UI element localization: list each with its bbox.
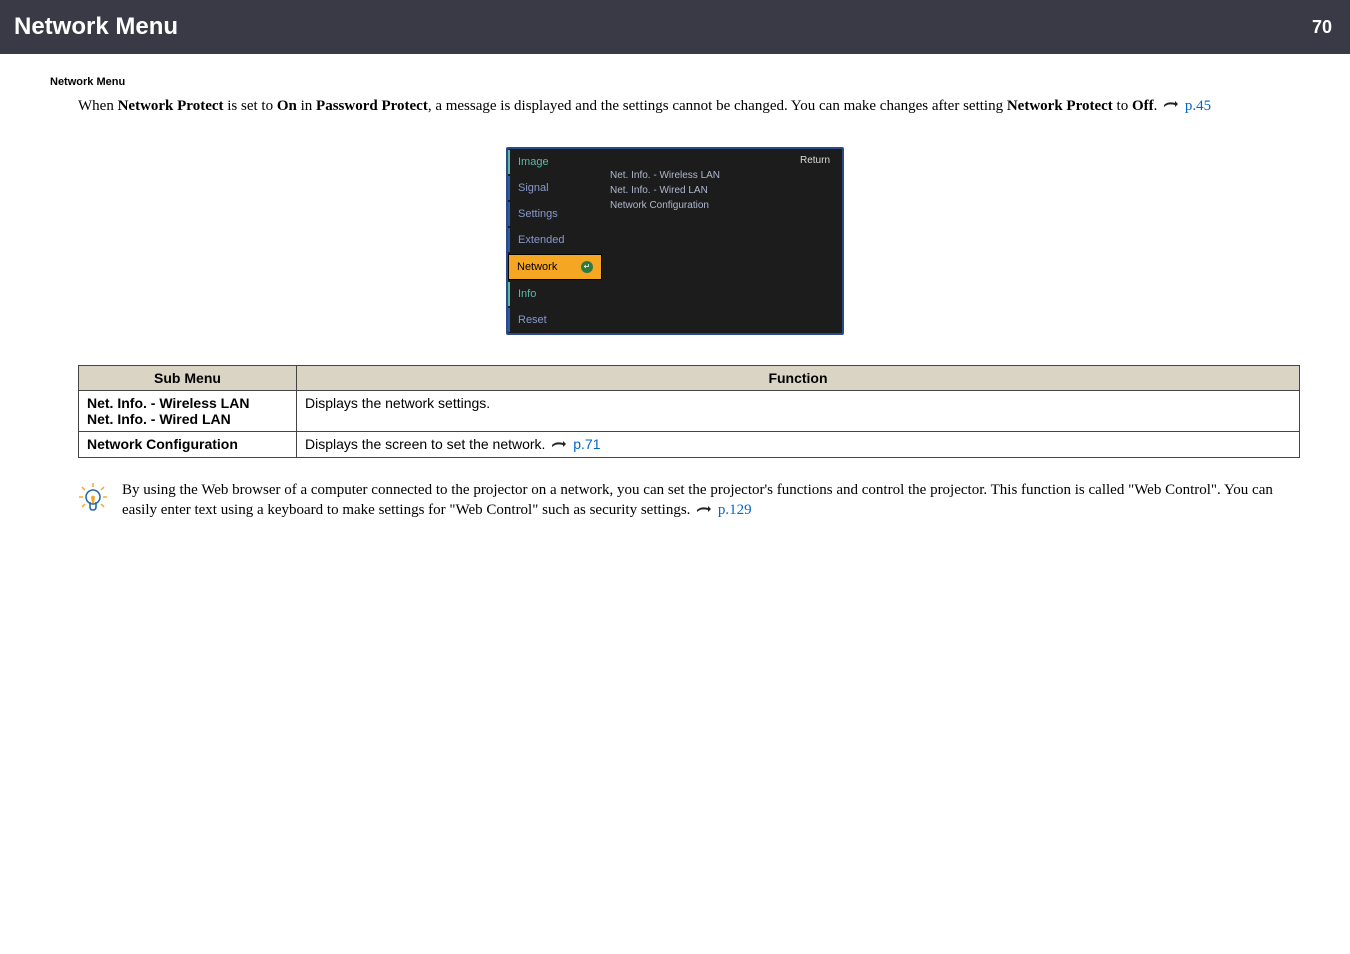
table-row: Net. Info. - Wireless LAN Net. Info. - W…	[79, 390, 1300, 431]
cross-ref-link[interactable]: p.129	[718, 502, 752, 518]
col-header-function: Function	[297, 365, 1300, 390]
intro-paragraph: When Network Protect is set to On in Pas…	[50, 96, 1300, 117]
text: to	[1113, 98, 1132, 114]
tip-block: By using the Web browser of a computer c…	[50, 480, 1300, 521]
osd-return-label[interactable]: Return	[610, 155, 834, 166]
pointer-icon	[696, 501, 712, 521]
pointer-icon	[551, 437, 567, 453]
osd-panel: Return Net. Info. - Wireless LAN Net. In…	[602, 149, 842, 333]
page-number: 70	[1312, 17, 1332, 38]
text: Net. Info. - Wired LAN	[87, 411, 288, 427]
osd-item-signal[interactable]: Signal	[508, 176, 602, 200]
text: is set to	[224, 98, 277, 114]
text: , a message is displayed and the setting…	[428, 98, 1007, 114]
cell-function: Displays the screen to set the network. …	[297, 431, 1300, 457]
osd-screenshot: Image Signal Settings Extended Network ↵…	[50, 147, 1300, 335]
osd-subitem[interactable]: Net. Info. - Wired LAN	[610, 183, 834, 198]
osd-item-label: Network	[517, 261, 557, 273]
osd-item-settings[interactable]: Settings	[508, 202, 602, 226]
pointer-icon	[1163, 96, 1179, 116]
text: Displays the screen to set the network.	[305, 436, 549, 452]
page-header: Network Menu 70	[0, 0, 1350, 54]
enter-icon: ↵	[581, 261, 593, 273]
text-bold: On	[277, 98, 297, 114]
cell-submenu: Network Configuration	[79, 431, 297, 457]
section-label: Network Menu	[50, 76, 1300, 88]
cross-ref-link[interactable]: p.71	[573, 436, 600, 452]
text-bold: Network Protect	[1007, 98, 1113, 114]
text: .	[1154, 98, 1162, 114]
text-bold: Network Protect	[118, 98, 224, 114]
cross-ref-link[interactable]: p.45	[1185, 98, 1211, 114]
osd-item-reset[interactable]: Reset	[508, 308, 602, 332]
cell-function: Displays the network settings.	[297, 390, 1300, 431]
table-row: Network Configuration Displays the scree…	[79, 431, 1300, 457]
page-content: Network Menu When Network Protect is set…	[0, 54, 1350, 521]
tip-text: By using the Web browser of a computer c…	[122, 480, 1300, 521]
osd-item-info[interactable]: Info	[508, 282, 602, 306]
osd-sidebar: Image Signal Settings Extended Network ↵…	[508, 149, 602, 333]
osd-subitem[interactable]: Network Configuration	[610, 198, 834, 213]
function-table: Sub Menu Function Net. Info. - Wireless …	[78, 365, 1300, 458]
text-bold: Password Protect	[316, 98, 428, 114]
osd-item-extended[interactable]: Extended	[508, 228, 602, 252]
text: Net. Info. - Wireless LAN	[87, 395, 288, 411]
osd-item-network[interactable]: Network ↵	[508, 254, 602, 280]
col-header-submenu: Sub Menu	[79, 365, 297, 390]
lightbulb-icon	[78, 482, 108, 521]
cell-submenu: Net. Info. - Wireless LAN Net. Info. - W…	[79, 390, 297, 431]
osd-menu: Image Signal Settings Extended Network ↵…	[506, 147, 844, 335]
text: in	[297, 98, 316, 114]
osd-item-image[interactable]: Image	[508, 150, 602, 174]
osd-subitem[interactable]: Net. Info. - Wireless LAN	[610, 168, 834, 183]
text: When	[78, 98, 118, 114]
text-bold: Off	[1132, 98, 1154, 114]
page-title: Network Menu	[14, 13, 178, 41]
table-header-row: Sub Menu Function	[79, 365, 1300, 390]
